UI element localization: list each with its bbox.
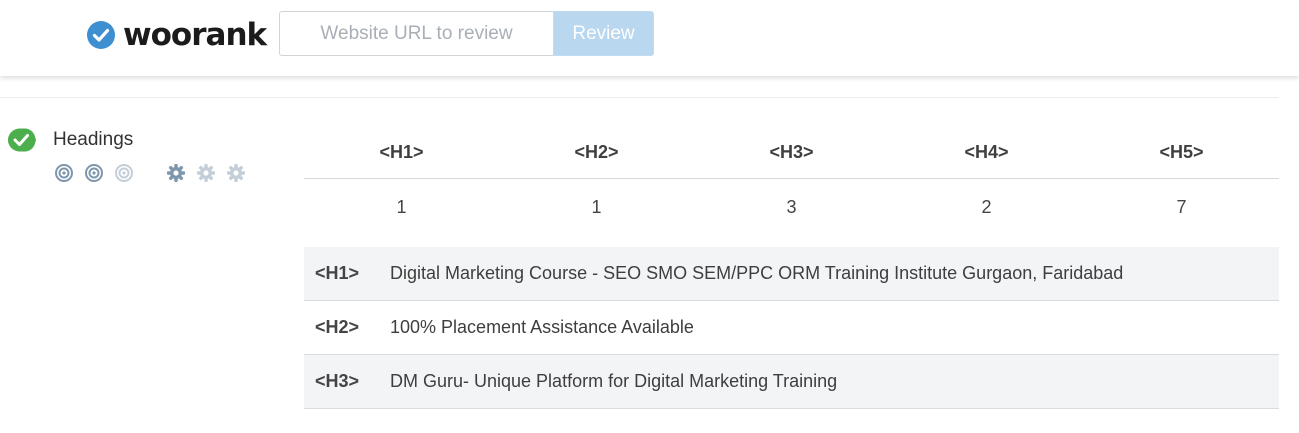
counts-header-row: <H1> <H2> <H3> <H4> <H5> xyxy=(304,126,1279,179)
heading-tag: <H2> xyxy=(315,317,360,337)
count-value-h4: 2 xyxy=(981,197,992,217)
count-header-h1: <H1> xyxy=(379,142,424,162)
list-item: <H3> DM Guru- Unique Platform for Digita… xyxy=(304,355,1279,409)
gear-icon xyxy=(167,164,185,182)
heading-tag: <H3> xyxy=(315,371,360,391)
count-value-h3: 3 xyxy=(786,197,797,217)
count-value-h2: 1 xyxy=(591,197,602,217)
counts-value-row: 1 1 3 2 7 xyxy=(304,179,1279,234)
count-header-h5: <H5> xyxy=(1159,142,1204,162)
heading-tag: <H1> xyxy=(315,263,360,283)
heading-counts-table: <H1> <H2> <H3> <H4> <H5> 1 1 3 2 7 xyxy=(304,126,1279,234)
heading-text: DM Guru- Unique Platform for Digital Mar… xyxy=(390,371,838,391)
url-input[interactable] xyxy=(279,11,553,56)
panel-divider xyxy=(0,97,1279,98)
check-icon xyxy=(6,127,36,153)
count-value-h1: 1 xyxy=(396,197,407,217)
count-header-h2: <H2> xyxy=(574,142,619,162)
logo-text: woorank xyxy=(123,17,267,53)
logo-check-icon xyxy=(86,20,116,50)
gear-icon-faded xyxy=(227,164,245,182)
section-title: Headings xyxy=(53,129,134,150)
headings-list: <H1> Digital Marketing Course - SEO SMO … xyxy=(304,247,1279,409)
count-header-h4: <H4> xyxy=(964,142,1009,162)
woorank-logo[interactable]: woorank xyxy=(86,17,267,53)
top-header: woorank Review xyxy=(0,0,1299,76)
list-item: <H2> 100% Placement Assistance Available xyxy=(304,301,1279,355)
list-item: <H1> Digital Marketing Course - SEO SMO … xyxy=(304,247,1279,301)
target-icon xyxy=(85,164,103,182)
target-icon-faded xyxy=(115,164,133,182)
review-button[interactable]: Review xyxy=(553,11,654,56)
count-value-h5: 7 xyxy=(1176,197,1187,217)
heading-text: Digital Marketing Course - SEO SMO SEM/P… xyxy=(390,263,1124,283)
gear-icon-faded xyxy=(197,164,215,182)
count-header-h3: <H3> xyxy=(769,142,814,162)
target-icon xyxy=(55,164,73,182)
heading-text: 100% Placement Assistance Available xyxy=(390,317,694,337)
